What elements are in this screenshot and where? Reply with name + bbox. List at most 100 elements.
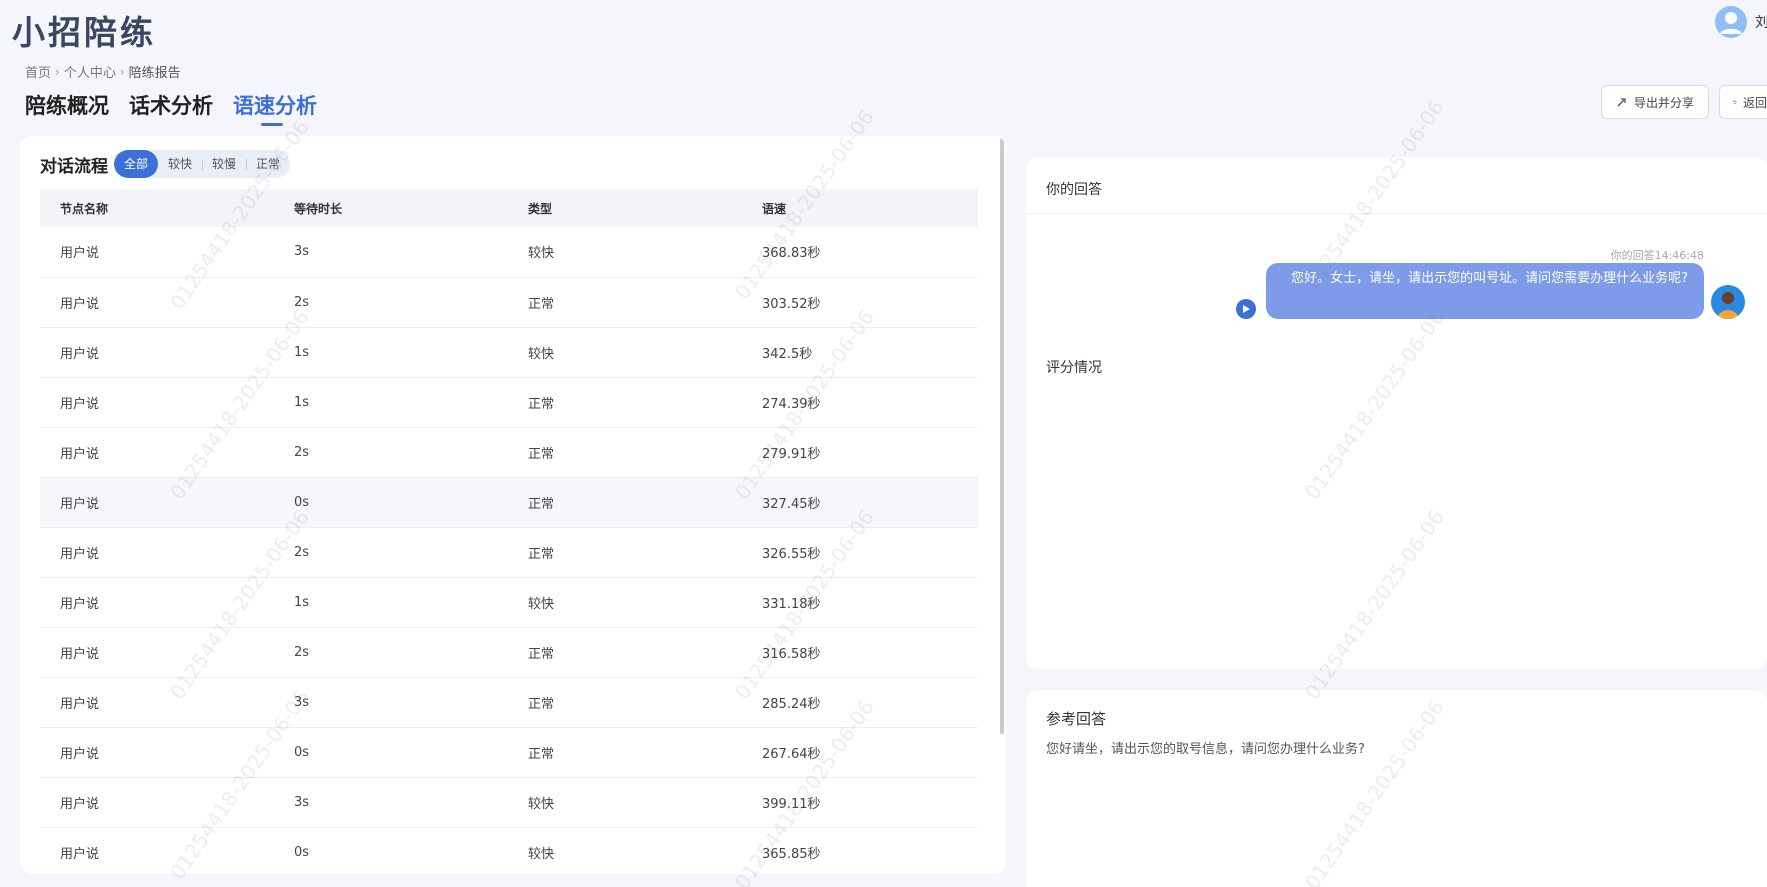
table-cell: 2s: [274, 527, 508, 578]
filter-normal[interactable]: 正常: [246, 150, 290, 178]
table-cell: 正常: [508, 427, 742, 478]
table-cell: 正常: [508, 277, 742, 328]
table-cell: 2s: [274, 427, 508, 478]
table-cell: 0s: [274, 827, 508, 874]
table-row[interactable]: 用户说 1s 较快 331.18秒: [40, 577, 978, 628]
share-icon: [1617, 98, 1626, 107]
undo-icon: [1733, 100, 1737, 104]
breadcrumb-report: 陪练报告: [128, 66, 181, 81]
table-cell: 2s: [274, 627, 508, 678]
table-row[interactable]: 用户说 2s 正常 326.55秒: [40, 527, 978, 578]
chevron-right-icon: ›: [55, 64, 60, 79]
table-cell: 用户说: [40, 327, 274, 378]
table-row[interactable]: 用户说 3s 较快 368.83秒: [40, 227, 978, 278]
table-cell: 267.64秒: [742, 727, 978, 778]
reference-text: 您好请坐，请出示您的取号信息，请问您办理什么业务?: [1046, 742, 1365, 757]
table-cell: 1s: [274, 577, 508, 628]
table-row[interactable]: 用户说 3s 较快 399.11秒: [40, 777, 978, 828]
table-cell: 0s: [274, 477, 508, 528]
chevron-right-icon: ›: [119, 64, 125, 79]
breadcrumb-personal-center[interactable]: 个人中心: [64, 62, 116, 81]
table-cell: 3s: [274, 677, 508, 728]
table-row[interactable]: 用户说 1s 较快 342.5秒: [40, 327, 978, 378]
table-row[interactable]: 用户说 2s 正常 279.91秒: [40, 427, 978, 478]
table-cell: 279.91秒: [742, 427, 978, 478]
table-header: 节点名称 等待时长 类型 语速: [40, 189, 978, 227]
column-header: 节点名称: [60, 201, 109, 216]
table-row[interactable]: 用户说 1s 正常 274.39秒: [40, 377, 978, 428]
table-cell: 274.39秒: [742, 377, 978, 428]
table-cell: 0s: [274, 727, 508, 778]
back-label: 返回: [1742, 95, 1767, 110]
filter-slow[interactable]: 较慢: [202, 150, 246, 178]
column-header: 等待时长: [294, 201, 343, 216]
answer-title: 你的回答: [1026, 157, 1767, 214]
table-cell: 用户说: [40, 727, 274, 778]
table-cell: 342.5秒: [742, 327, 978, 378]
table-cell: 用户说: [40, 777, 274, 828]
table-cell: 用户说: [40, 527, 274, 578]
table-cell: 较快: [508, 777, 742, 828]
table-cell: 正常: [508, 477, 742, 528]
table-cell: 用户说: [40, 427, 274, 478]
table-row[interactable]: 用户说 0s 较快 365.85秒: [40, 827, 978, 874]
table-cell: 331.18秒: [742, 577, 978, 628]
table-cell: 用户说: [40, 227, 274, 278]
export-share-button[interactable]: 导出并分享: [1600, 85, 1709, 119]
table-cell: 用户说: [40, 627, 274, 678]
table-cell: 用户说: [40, 827, 274, 874]
table-row[interactable]: 用户说 2s 正常 316.58秒: [40, 627, 978, 678]
table-cell: 正常: [508, 677, 742, 728]
table-row[interactable]: 用户说 2s 正常 303.52秒: [40, 277, 978, 328]
table-cell: 365.85秒: [742, 827, 978, 874]
table-cell: 较快: [508, 577, 742, 628]
tab-script-analysis[interactable]: 话术分析: [129, 90, 213, 126]
table-cell: 用户说: [40, 677, 274, 728]
scrollbar[interactable]: [1000, 138, 1004, 734]
answer-bubble: 您好。女士，请坐，请出示您的叫号址。请问您需要办理什么业务呢?: [1266, 263, 1704, 319]
trainee-avatar: [1711, 285, 1745, 319]
back-button[interactable]: 返回: [1719, 85, 1767, 119]
table-cell: 正常: [508, 377, 742, 428]
table-cell: 用户说: [40, 477, 274, 528]
table-cell: 较快: [508, 327, 742, 378]
tab-overview[interactable]: 陪练概况: [25, 90, 109, 126]
user-menu[interactable]: 刘: [1715, 6, 1767, 38]
table-cell: 326.55秒: [742, 527, 978, 578]
table-cell: 368.83秒: [742, 227, 978, 278]
table-cell: 较快: [508, 227, 742, 278]
table-cell: 399.11秒: [742, 777, 978, 828]
app-logo: 小招陪练: [12, 13, 156, 52]
table-cell: 正常: [508, 727, 742, 778]
table-row[interactable]: 用户说 0s 正常 267.64秒: [40, 727, 978, 778]
user-avatar-icon[interactable]: [1715, 6, 1747, 38]
table-row[interactable]: 用户说 3s 正常 285.24秒: [40, 677, 978, 728]
table-cell: 较快: [508, 827, 742, 874]
table-cell: 2s: [274, 277, 508, 328]
filter-fast[interactable]: 较快: [158, 150, 202, 178]
breadcrumb-home[interactable]: 首页: [25, 62, 51, 81]
table-cell: 1s: [274, 377, 508, 428]
score-label: 评分情况: [1046, 360, 1102, 376]
table-cell: 正常: [508, 627, 742, 678]
breadcrumb: 首页 › 个人中心 › 陪练报告: [25, 62, 181, 82]
table-cell: 3s: [274, 227, 508, 278]
column-header: 类型: [528, 201, 553, 216]
report-tabs: 陪练概况 话术分析 语速分析: [25, 90, 317, 126]
table-cell: 用户说: [40, 577, 274, 628]
table-cell: 316.58秒: [742, 627, 978, 678]
panel-title: 对话流程: [40, 156, 108, 177]
table-cell: 正常: [508, 527, 742, 578]
table-row[interactable]: 用户说 0s 正常 327.45秒: [40, 477, 978, 528]
dialogue-flow-panel: 对话流程 全部 较快 较慢 正常 节点名称 等待时长 类型 语速 用户说 3s 较快…: [20, 136, 1006, 874]
play-icon[interactable]: [1236, 299, 1256, 319]
table-cell: 用户说: [40, 277, 274, 328]
table-cell: 用户说: [40, 377, 274, 428]
user-name[interactable]: 刘: [1755, 12, 1767, 32]
speed-table: 节点名称 等待时长 类型 语速 用户说 3s 较快 368.83秒 用户说 2s 正常 303…: [40, 189, 978, 874]
speed-filter: 全部 较快 较慢 正常: [114, 150, 291, 178]
tab-speed-analysis[interactable]: 语速分析: [233, 90, 317, 126]
message-time: 你的回答14:46:48: [1610, 249, 1704, 262]
filter-all[interactable]: 全部: [114, 150, 159, 178]
column-header: 语速: [762, 201, 787, 216]
